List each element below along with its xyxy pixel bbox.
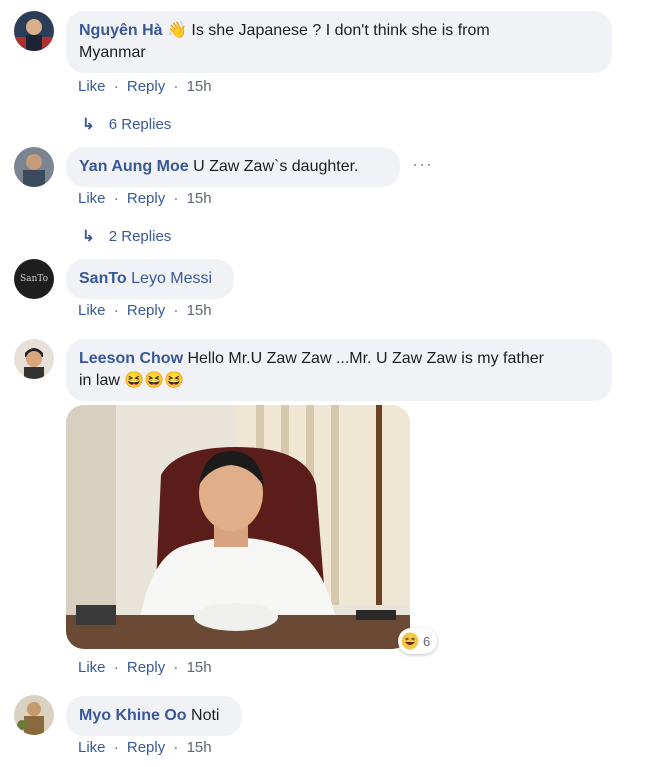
separator: · (113, 739, 119, 756)
timestamp[interactable]: 15h (187, 190, 212, 207)
comment-bubble: Myo Khine Oo Noti (66, 696, 242, 736)
reply-link[interactable]: Reply (127, 78, 165, 95)
comment-bubble: Yan Aung Moe U Zaw Zaw`s daughter. (66, 147, 400, 187)
comment-actions: Like · Reply · 15h (78, 78, 212, 95)
reaction-count[interactable]: 6 (398, 628, 438, 654)
avatar-santo[interactable]: SanTo (14, 259, 54, 299)
comment-bubble: Nguyên Hà 👋 Is she Japanese ? I don't th… (66, 11, 612, 73)
comment-actions: Like · Reply · 15h (78, 659, 212, 676)
replies-label: 2 Replies (108, 228, 172, 245)
comment-text: U Zaw Zaw`s daughter. (193, 158, 359, 175)
comment-author[interactable]: Leeson Chow (79, 350, 183, 367)
like-link[interactable]: Like (78, 190, 106, 207)
timestamp[interactable]: 15h (187, 659, 212, 676)
avatar-logo-text: SanTo (19, 274, 49, 284)
avatar-leeson-chow[interactable] (14, 339, 54, 379)
separator: · (113, 659, 119, 676)
comment-text-cont: in law (79, 372, 120, 389)
avatar-yan-aung-moe[interactable] (14, 147, 54, 187)
like-link[interactable]: Like (78, 78, 106, 95)
reply-arrow-icon: ↳ (82, 116, 95, 133)
more-options-icon[interactable]: ··· (412, 154, 433, 175)
comment-text-cont: Myanmar (79, 44, 146, 61)
comment-author[interactable]: SanTo (79, 270, 127, 287)
like-link[interactable]: Like (78, 739, 106, 756)
separator: · (173, 739, 179, 756)
separator: · (173, 190, 179, 207)
comment-text: Is she Japanese ? I don't think she is f… (191, 22, 490, 39)
separator: · (113, 190, 119, 207)
reply-link[interactable]: Reply (127, 659, 165, 676)
view-replies-button[interactable]: ↳ 2 Replies (82, 227, 171, 245)
comment-bubble: SanTo Leyo Messi (66, 259, 234, 299)
waving-hand-icon: 👋 (167, 22, 187, 39)
reaction-count-label: 6 (423, 633, 431, 649)
separator: · (113, 302, 119, 319)
comment-actions: Like · Reply · 15h (78, 190, 212, 207)
comment-text: Hello Mr.U Zaw Zaw ...Mr. U Zaw Zaw is m… (187, 350, 544, 367)
reply-link[interactable]: Reply (127, 302, 165, 319)
replies-label: 6 Replies (108, 116, 172, 133)
avatar-nguyen-ha[interactable] (14, 11, 54, 51)
separator: · (173, 78, 179, 95)
comment-text: Leyo Messi (131, 270, 213, 287)
timestamp[interactable]: 15h (187, 739, 212, 756)
comment-actions: Like · Reply · 15h (78, 302, 212, 319)
reply-link[interactable]: Reply (127, 739, 165, 756)
comment-author[interactable]: Yan Aung Moe (79, 158, 189, 175)
timestamp[interactable]: 15h (187, 78, 212, 95)
comment-author[interactable]: Nguyên Hà (79, 22, 163, 39)
comment-author[interactable]: Myo Khine Oo (79, 707, 187, 724)
avatar-myo-khine-oo[interactable] (14, 695, 54, 735)
separator: · (113, 78, 119, 95)
timestamp[interactable]: 15h (187, 302, 212, 319)
comment-text: Noti (191, 707, 220, 724)
separator: · (173, 302, 179, 319)
laughing-emoji-icon: 😆😆😆 (124, 372, 185, 389)
attached-photo[interactable] (66, 405, 410, 649)
comment-actions: Like · Reply · 15h (78, 739, 212, 756)
reply-link[interactable]: Reply (127, 190, 165, 207)
reply-arrow-icon: ↳ (82, 228, 95, 245)
view-replies-button[interactable]: ↳ 6 Replies (82, 115, 171, 133)
separator: · (173, 659, 179, 676)
comment-bubble: Leeson Chow Hello Mr.U Zaw Zaw ...Mr. U … (66, 339, 612, 401)
like-link[interactable]: Like (78, 659, 106, 676)
haha-icon (401, 632, 419, 650)
like-link[interactable]: Like (78, 302, 106, 319)
